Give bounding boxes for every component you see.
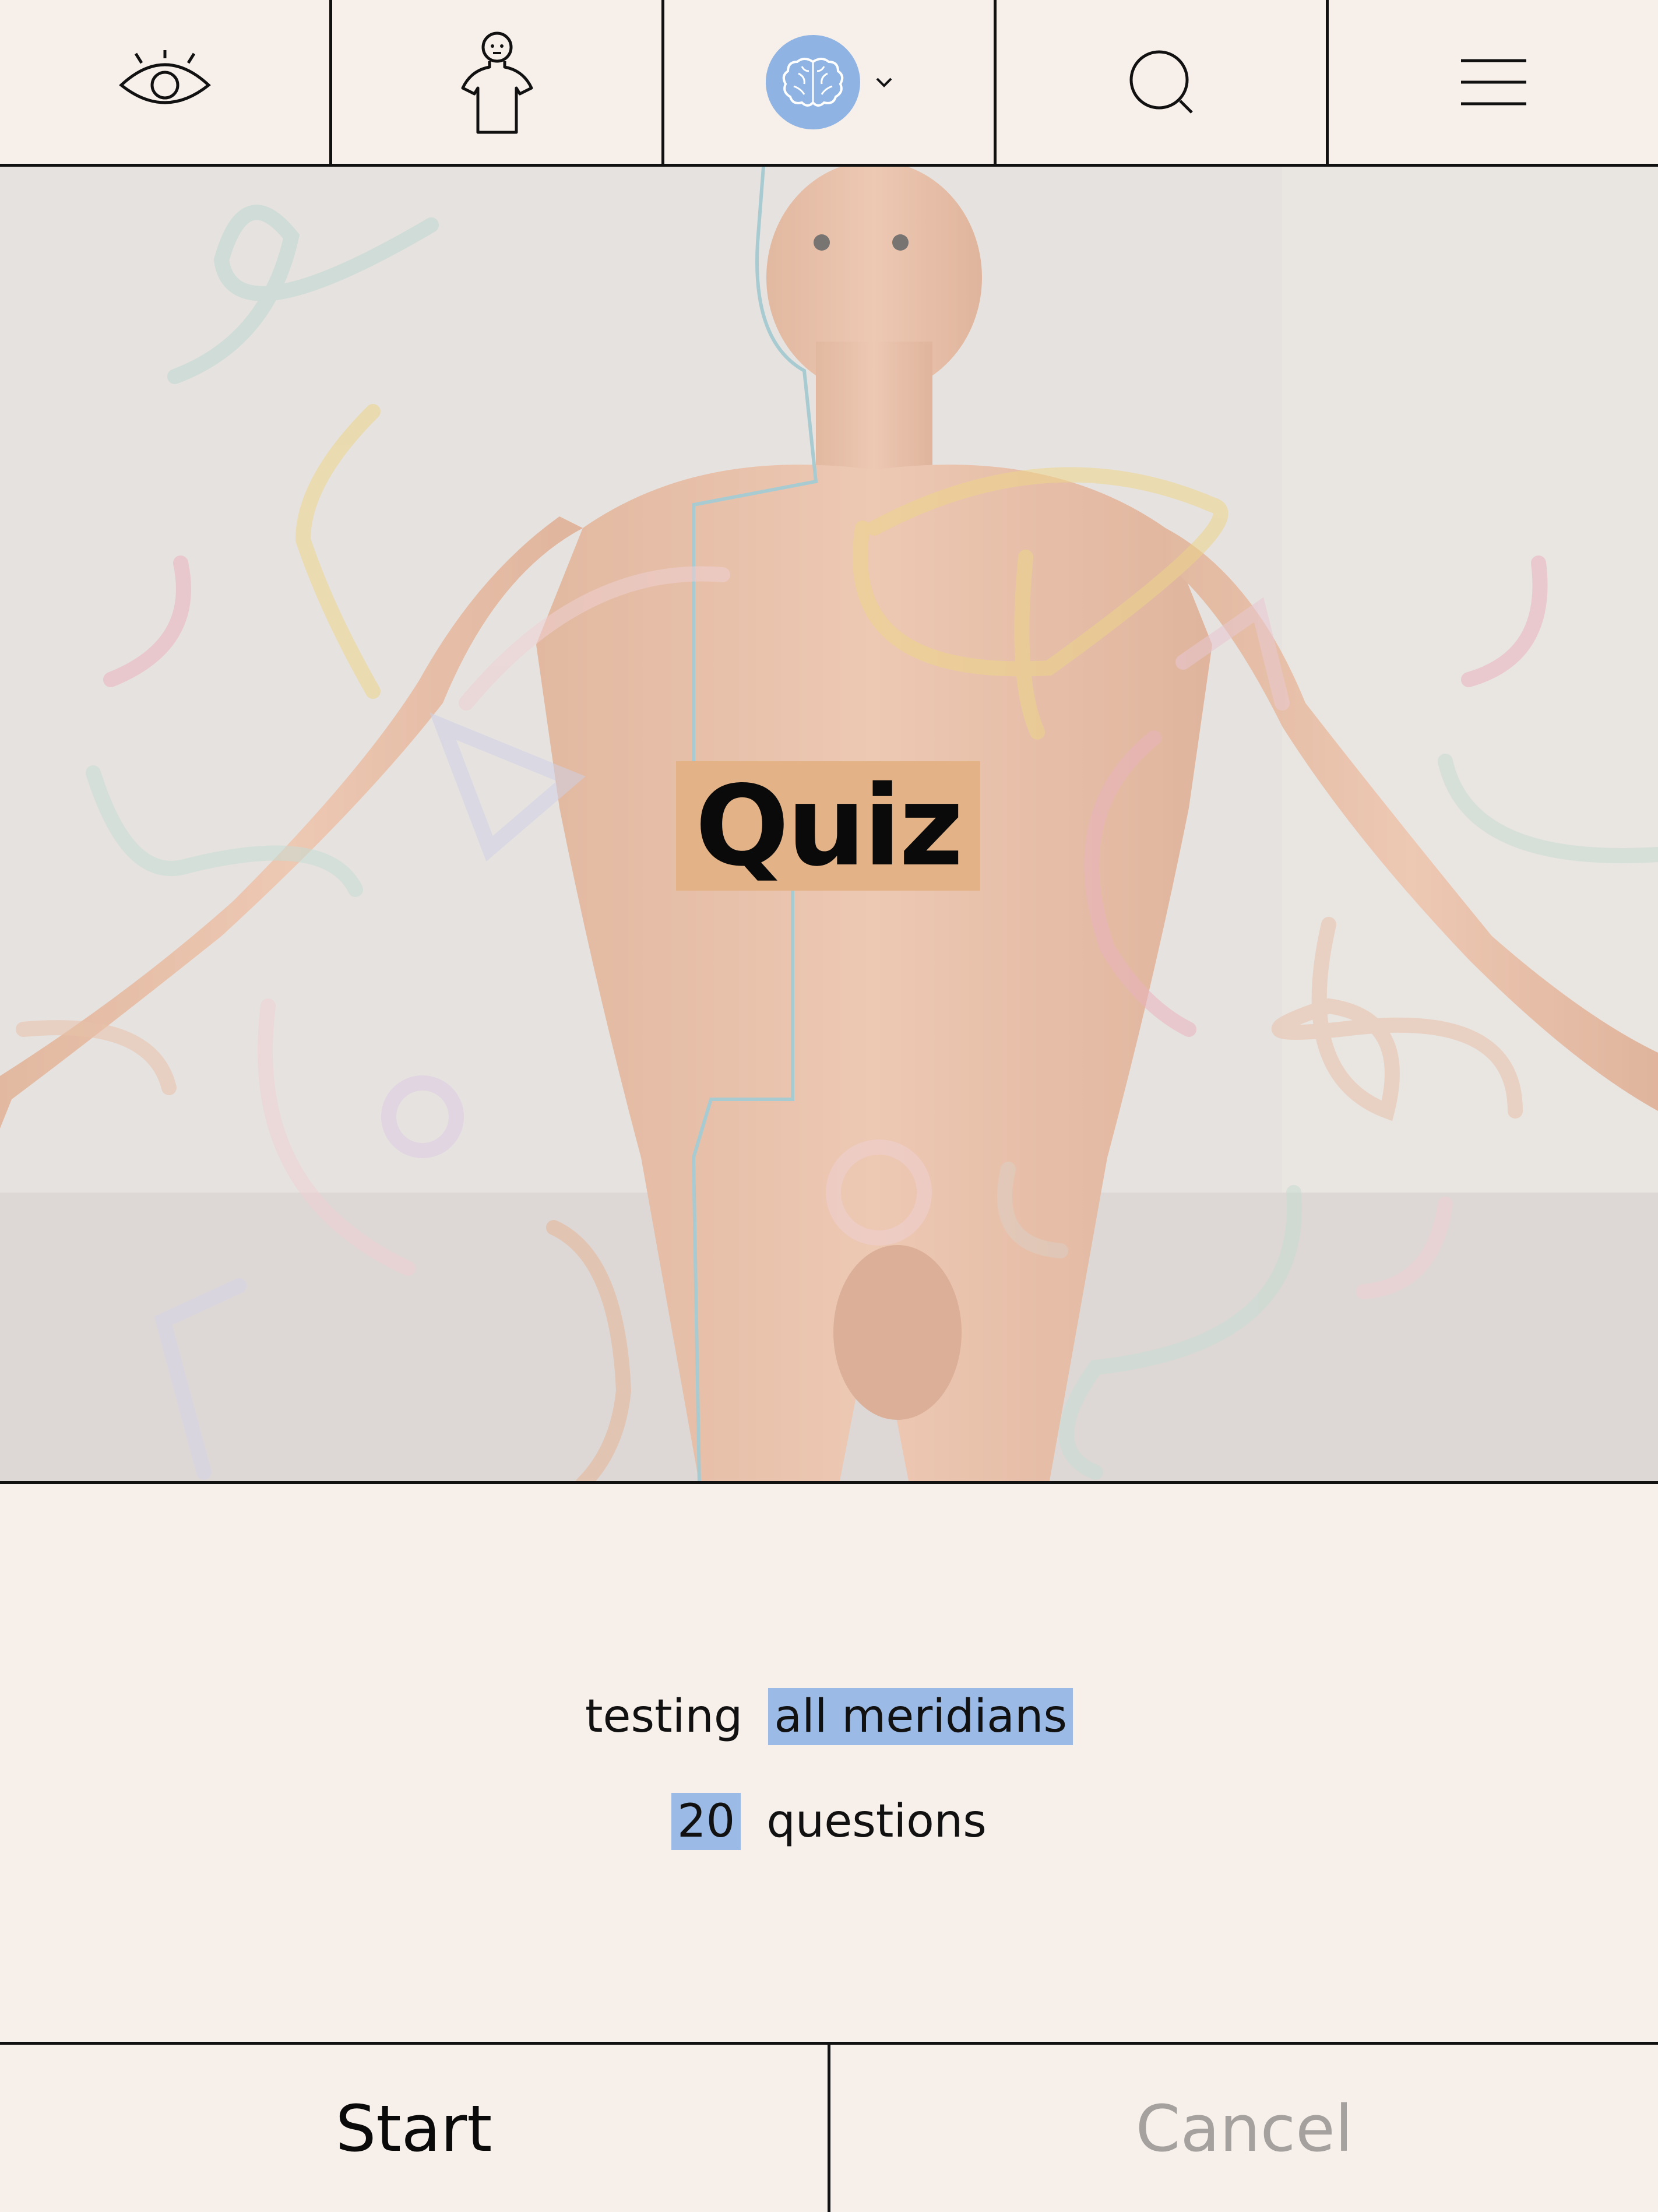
top-toolbar bbox=[0, 0, 1658, 167]
cancel-button[interactable]: Cancel bbox=[830, 2045, 1658, 2212]
question-count-value[interactable]: 20 bbox=[671, 1793, 741, 1850]
testing-label: testing bbox=[585, 1690, 743, 1743]
brain-icon bbox=[765, 34, 860, 129]
hamburger-menu-icon bbox=[1460, 58, 1526, 106]
menu-button[interactable] bbox=[1329, 0, 1658, 164]
action-bar: Start Cancel bbox=[0, 2042, 1658, 2212]
search-button[interactable] bbox=[997, 0, 1329, 164]
chevron-down-icon bbox=[875, 76, 893, 88]
body-model-viewer[interactable]: Quiz bbox=[0, 167, 1658, 1484]
body-model-button[interactable] bbox=[332, 0, 664, 164]
quiz-info: testing all meridians 20 questions bbox=[0, 1484, 1658, 2043]
questions-line: 20 questions bbox=[0, 1793, 1658, 1850]
view-button[interactable] bbox=[0, 0, 332, 164]
eye-icon bbox=[118, 50, 212, 114]
search-icon bbox=[1127, 47, 1196, 117]
meridian-scope-value[interactable]: all meridians bbox=[768, 1688, 1073, 1745]
body-figure-icon bbox=[459, 30, 535, 135]
start-button[interactable]: Start bbox=[0, 2045, 830, 2212]
quiz-title-badge: Quiz bbox=[676, 761, 980, 891]
questions-label: questions bbox=[766, 1795, 987, 1848]
meridian-selector-button[interactable] bbox=[664, 0, 997, 164]
testing-line: testing all meridians bbox=[0, 1688, 1658, 1745]
